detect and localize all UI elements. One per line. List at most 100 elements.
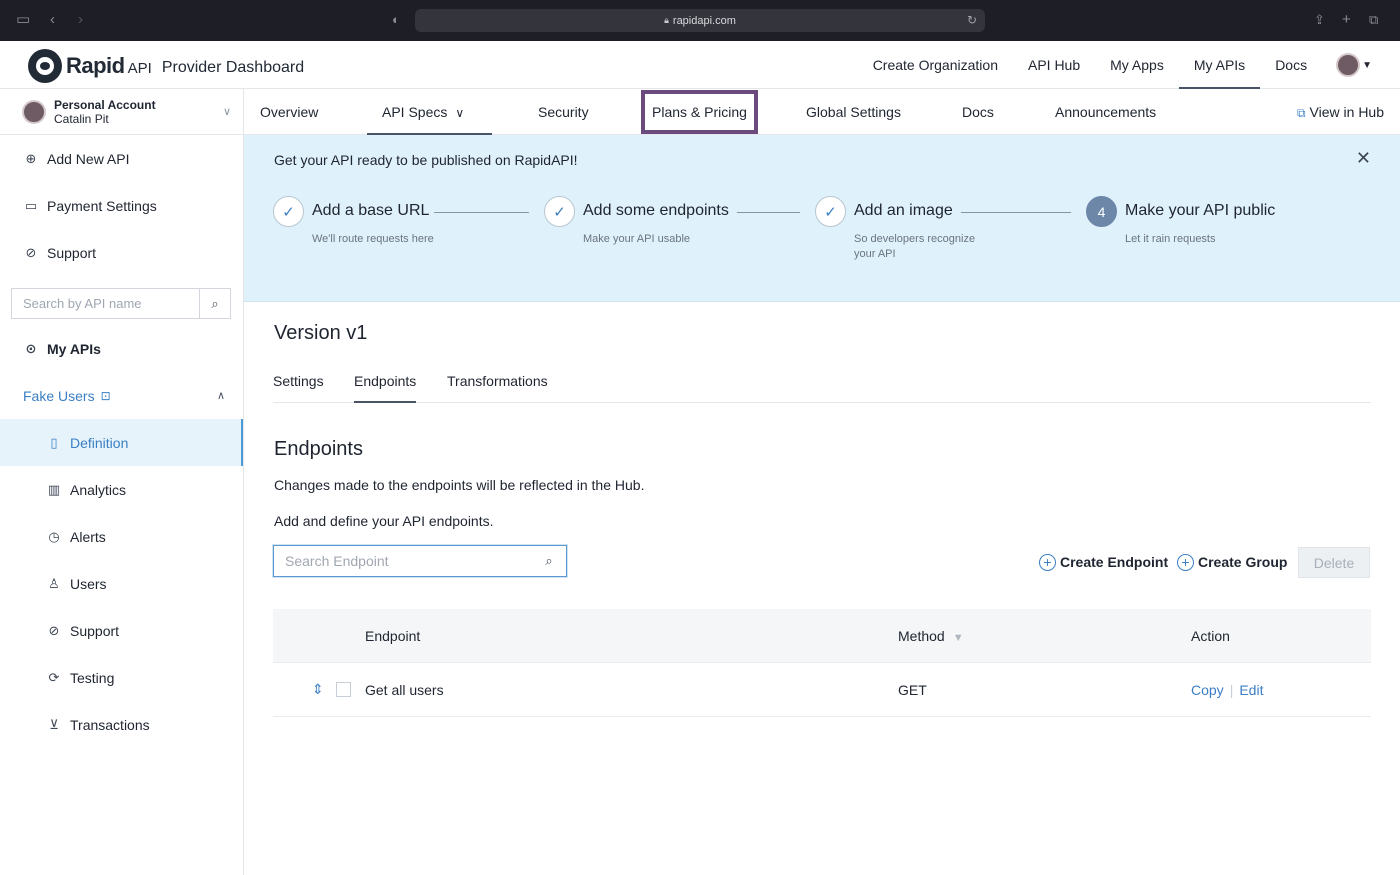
step-title: Add an image [854,202,953,219]
browser-toolbar: ▭ ‹ › ◐ 🔒︎ rapidapi.com ↻ ⇪ + ⧉ [0,0,1400,41]
plus-circle-icon: + [1177,553,1194,571]
account-avatar [22,99,46,124]
tab-api-specs[interactable]: API Specs ∨ [367,89,492,135]
drag-handle-icon[interactable]: ⇕ [312,680,324,698]
reload-icon[interactable]: ↻ [967,13,977,27]
endpoint-search-input[interactable] [274,547,532,575]
url-text: rapidapi.com [672,14,736,27]
sidebar-item-my-apis[interactable]: ⊙ My APIs [0,325,243,372]
create-endpoint-label: Create Endpoint [1060,554,1169,570]
sidebar-item-analytics[interactable]: ▥ Analytics [0,466,243,513]
tab-global-settings[interactable]: Global Settings [806,89,901,135]
table-row[interactable]: ⇕ Get all users GET Copy | Edit [273,663,1371,717]
forward-icon[interactable]: › [78,10,83,30]
topnav-create-organization[interactable]: Create Organization [858,41,1013,89]
cart-icon: ⊻ [49,716,59,732]
compass-icon: ⊘ [48,622,60,638]
testing-icon: ⟳ [48,669,60,685]
sidebar-item-label: Add New API [47,150,130,167]
plus-circle-icon: ⊕ [25,150,37,166]
topnav-my-apps[interactable]: My Apps [1095,41,1179,89]
sidebar-item-definition[interactable]: ▯ Definition [0,419,243,466]
row-checkbox[interactable] [336,682,351,697]
sidebar-toggle-icon[interactable]: ▭ [16,10,30,30]
step-connector [961,212,1071,213]
topnav-api-hub[interactable]: API Hub [1013,41,1095,89]
dashboard-title: Provider Dashboard [161,58,305,76]
step-desc-line2: your API [854,248,896,260]
sidebar-item-label: Payment Settings [47,197,157,214]
tab-security[interactable]: Security [538,89,589,135]
sidebar-item-label: Users [70,575,107,592]
brand[interactable]: Rapid API Provider Dashboard [28,49,304,83]
sidebar-item-payment-settings[interactable]: ▭ Payment Settings [0,182,243,229]
tab-overview[interactable]: Overview [260,89,318,135]
version-title: Version v1 [274,322,368,344]
chevron-down-icon: ∨ [222,106,231,118]
tab-version-settings[interactable]: Settings [273,362,324,403]
back-icon[interactable]: ‹ [50,10,55,30]
view-in-hub-link[interactable]: ⧉ View in Hub [1297,89,1384,135]
user-avatar[interactable] [1336,53,1361,77]
copy-link[interactable]: Copy [1191,682,1224,698]
sidebar-item-testing[interactable]: ⟳ Testing [0,654,243,701]
share-icon[interactable]: ⇪ [1314,10,1325,30]
plus-circle-icon: + [1039,553,1056,571]
topnav-my-apis[interactable]: My APIs [1178,41,1261,89]
rapidapi-logo-icon [28,49,62,83]
sidebar-item-alerts[interactable]: ◷ Alerts [0,513,243,560]
lock-icon: ⊡ [100,388,111,403]
sidebar-item-users[interactable]: ♙ Users [0,560,243,607]
version-tabs: Settings Endpoints Transformations [273,362,1371,403]
user-icon: ♙ [48,575,60,591]
filter-icon[interactable]: ▼ [953,632,964,644]
address-bar[interactable]: 🔒︎ rapidapi.com ↻ [415,9,985,32]
api-search-input[interactable] [12,289,200,318]
banner-title: Get your API ready to be published on Ra… [274,152,578,168]
endpoints-description: Changes made to the endpoints will be re… [274,477,645,493]
brand-name: Rapid [66,53,125,78]
chevron-up-icon[interactable]: ∧ [217,389,225,402]
step-title: Add some endpoints [583,202,729,219]
tab-docs[interactable]: Docs [962,89,994,135]
tabs-overview-icon[interactable]: ⧉ [1369,10,1378,30]
topnav-docs[interactable]: Docs [1260,41,1322,89]
sidebar-item-transactions[interactable]: ⊻ Transactions [0,701,243,748]
create-endpoint-button[interactable]: + Create Endpoint [1039,551,1168,573]
sidebar-item-label: Support [70,622,120,639]
step-connector [737,212,800,213]
tab-announcements[interactable]: Announcements [1055,89,1156,135]
search-icon[interactable]: ⌕ [532,553,566,569]
account-switcher[interactable]: Personal Account Catalin Pit ∨ [0,89,243,135]
step-desc: Make your API usable [583,233,691,245]
edit-link[interactable]: Edit [1239,682,1263,698]
delete-button[interactable]: Delete [1298,547,1370,578]
sidebar: Personal Account Catalin Pit ∨ ⊕ Add New… [0,89,244,875]
sidebar-item-label: My APIs [47,340,101,357]
book-icon: ▯ [50,434,58,450]
tab-version-transformations[interactable]: Transformations [447,362,548,403]
api-tabs: Overview API Specs ∨ Security Plans & Pri… [244,89,1400,135]
sidebar-item-label: Alerts [70,528,106,545]
sidebar-item-support[interactable]: ⊘ Support [0,229,243,276]
caret-down-icon[interactable]: ▼ [1362,60,1372,71]
external-link-icon: ⧉ [1296,106,1306,120]
step-desc-line1: So developers recognize [854,233,976,245]
tab-version-endpoints[interactable]: Endpoints [354,362,417,403]
new-tab-icon[interactable]: + [1342,10,1351,30]
search-icon[interactable]: ⌕ [200,296,230,312]
endpoint-name[interactable]: Get all users [365,663,444,717]
close-icon[interactable]: ✕ [1356,148,1371,169]
step-number: 4 [1086,196,1117,227]
tab-plans-pricing[interactable]: Plans & Pricing [641,90,758,134]
sidebar-item-add-new-api[interactable]: ⊕ Add New API [0,135,243,182]
sidebar-item-support-api[interactable]: ⊘ Support [0,607,243,654]
shield-icon[interactable]: ◐ [392,10,400,30]
endpoints-heading: Endpoints [274,438,363,460]
endpoint-search: ⌕ [273,545,567,577]
column-action: Action [1191,628,1230,644]
compass-icon: ⊘ [25,244,37,260]
api-search: ⌕ [11,288,231,319]
create-group-button[interactable]: + Create Group [1177,551,1287,573]
sidebar-api-fake-users[interactable]: Fake Users ⊡ ∧ [0,372,243,419]
